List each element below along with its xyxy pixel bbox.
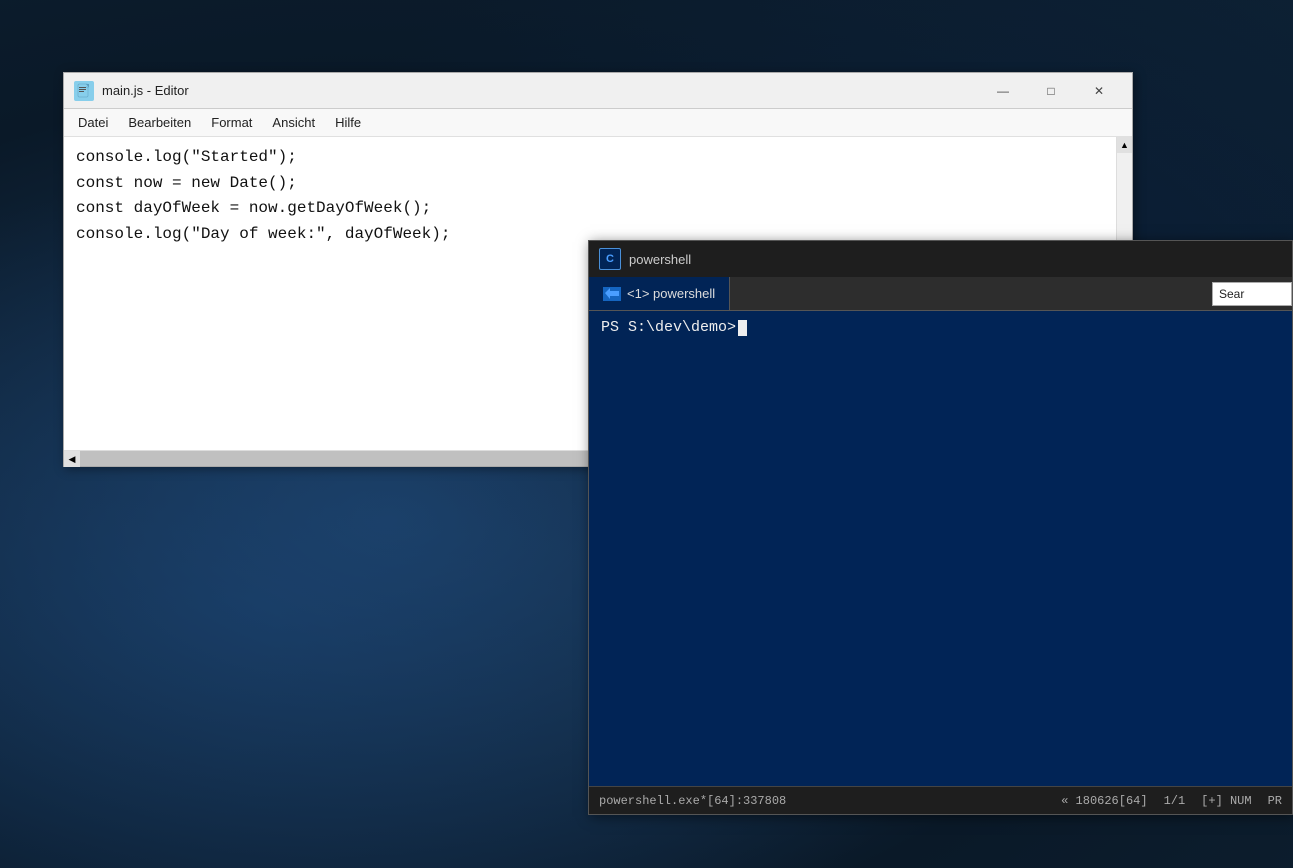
menu-ansicht[interactable]: Ansicht: [262, 111, 325, 134]
titlebar-left: main.js - Editor: [74, 81, 189, 101]
ps-titlebar-icon: C: [599, 248, 621, 270]
ps-tab-icon: [603, 287, 621, 301]
ps-content-area[interactable]: PS S:\dev\demo>: [589, 311, 1292, 786]
powershell-window: C powershell <1> powershell PS S:\dev\de…: [588, 240, 1293, 815]
ps-prompt-text: PS S:\dev\demo>: [601, 319, 736, 336]
menu-bearbeiten[interactable]: Bearbeiten: [118, 111, 201, 134]
ps-status-left: powershell.exe*[64]:337808: [599, 794, 786, 808]
ps-cursor: [738, 320, 747, 336]
minimize-button[interactable]: —: [980, 76, 1026, 106]
maximize-button[interactable]: □: [1028, 76, 1074, 106]
ps-status-middle: « 180626[64]: [1061, 794, 1147, 808]
ps-status-extra: PR: [1268, 794, 1282, 808]
editor-file-icon: [74, 81, 94, 101]
editor-menubar: Datei Bearbeiten Format Ansicht Hilfe: [64, 109, 1132, 137]
close-button[interactable]: ✕: [1076, 76, 1122, 106]
ps-tab-1[interactable]: <1> powershell: [589, 277, 730, 310]
ps-status-right: « 180626[64] 1/1 [+] NUM PR: [1061, 794, 1282, 808]
ps-icon-text: C: [606, 253, 614, 265]
ps-status-page: 1/1: [1164, 794, 1186, 808]
ps-titlebar: C powershell: [589, 241, 1292, 277]
menu-format[interactable]: Format: [201, 111, 262, 134]
ps-tab-label: <1> powershell: [627, 286, 715, 301]
ps-status-num: [+] NUM: [1201, 794, 1251, 808]
editor-title: main.js - Editor: [102, 83, 189, 98]
scroll-up-arrow[interactable]: ▲: [1117, 137, 1133, 153]
menu-hilfe[interactable]: Hilfe: [325, 111, 371, 134]
ps-search-input[interactable]: [1212, 282, 1292, 306]
ps-tabbar: <1> powershell: [589, 277, 1292, 311]
ps-search-box: [1212, 277, 1292, 310]
ps-title-text: powershell: [629, 252, 1282, 267]
menu-datei[interactable]: Datei: [68, 111, 118, 134]
ps-statusbar: powershell.exe*[64]:337808 « 180626[64] …: [589, 786, 1292, 814]
code-display: console.log("Started"); const now = new …: [76, 145, 1104, 247]
ps-prompt-line: PS S:\dev\demo>: [601, 319, 1280, 336]
editor-titlebar: main.js - Editor — □ ✕: [64, 73, 1132, 109]
window-controls: — □ ✕: [980, 76, 1122, 106]
scroll-left-arrow[interactable]: ◀: [64, 451, 80, 467]
